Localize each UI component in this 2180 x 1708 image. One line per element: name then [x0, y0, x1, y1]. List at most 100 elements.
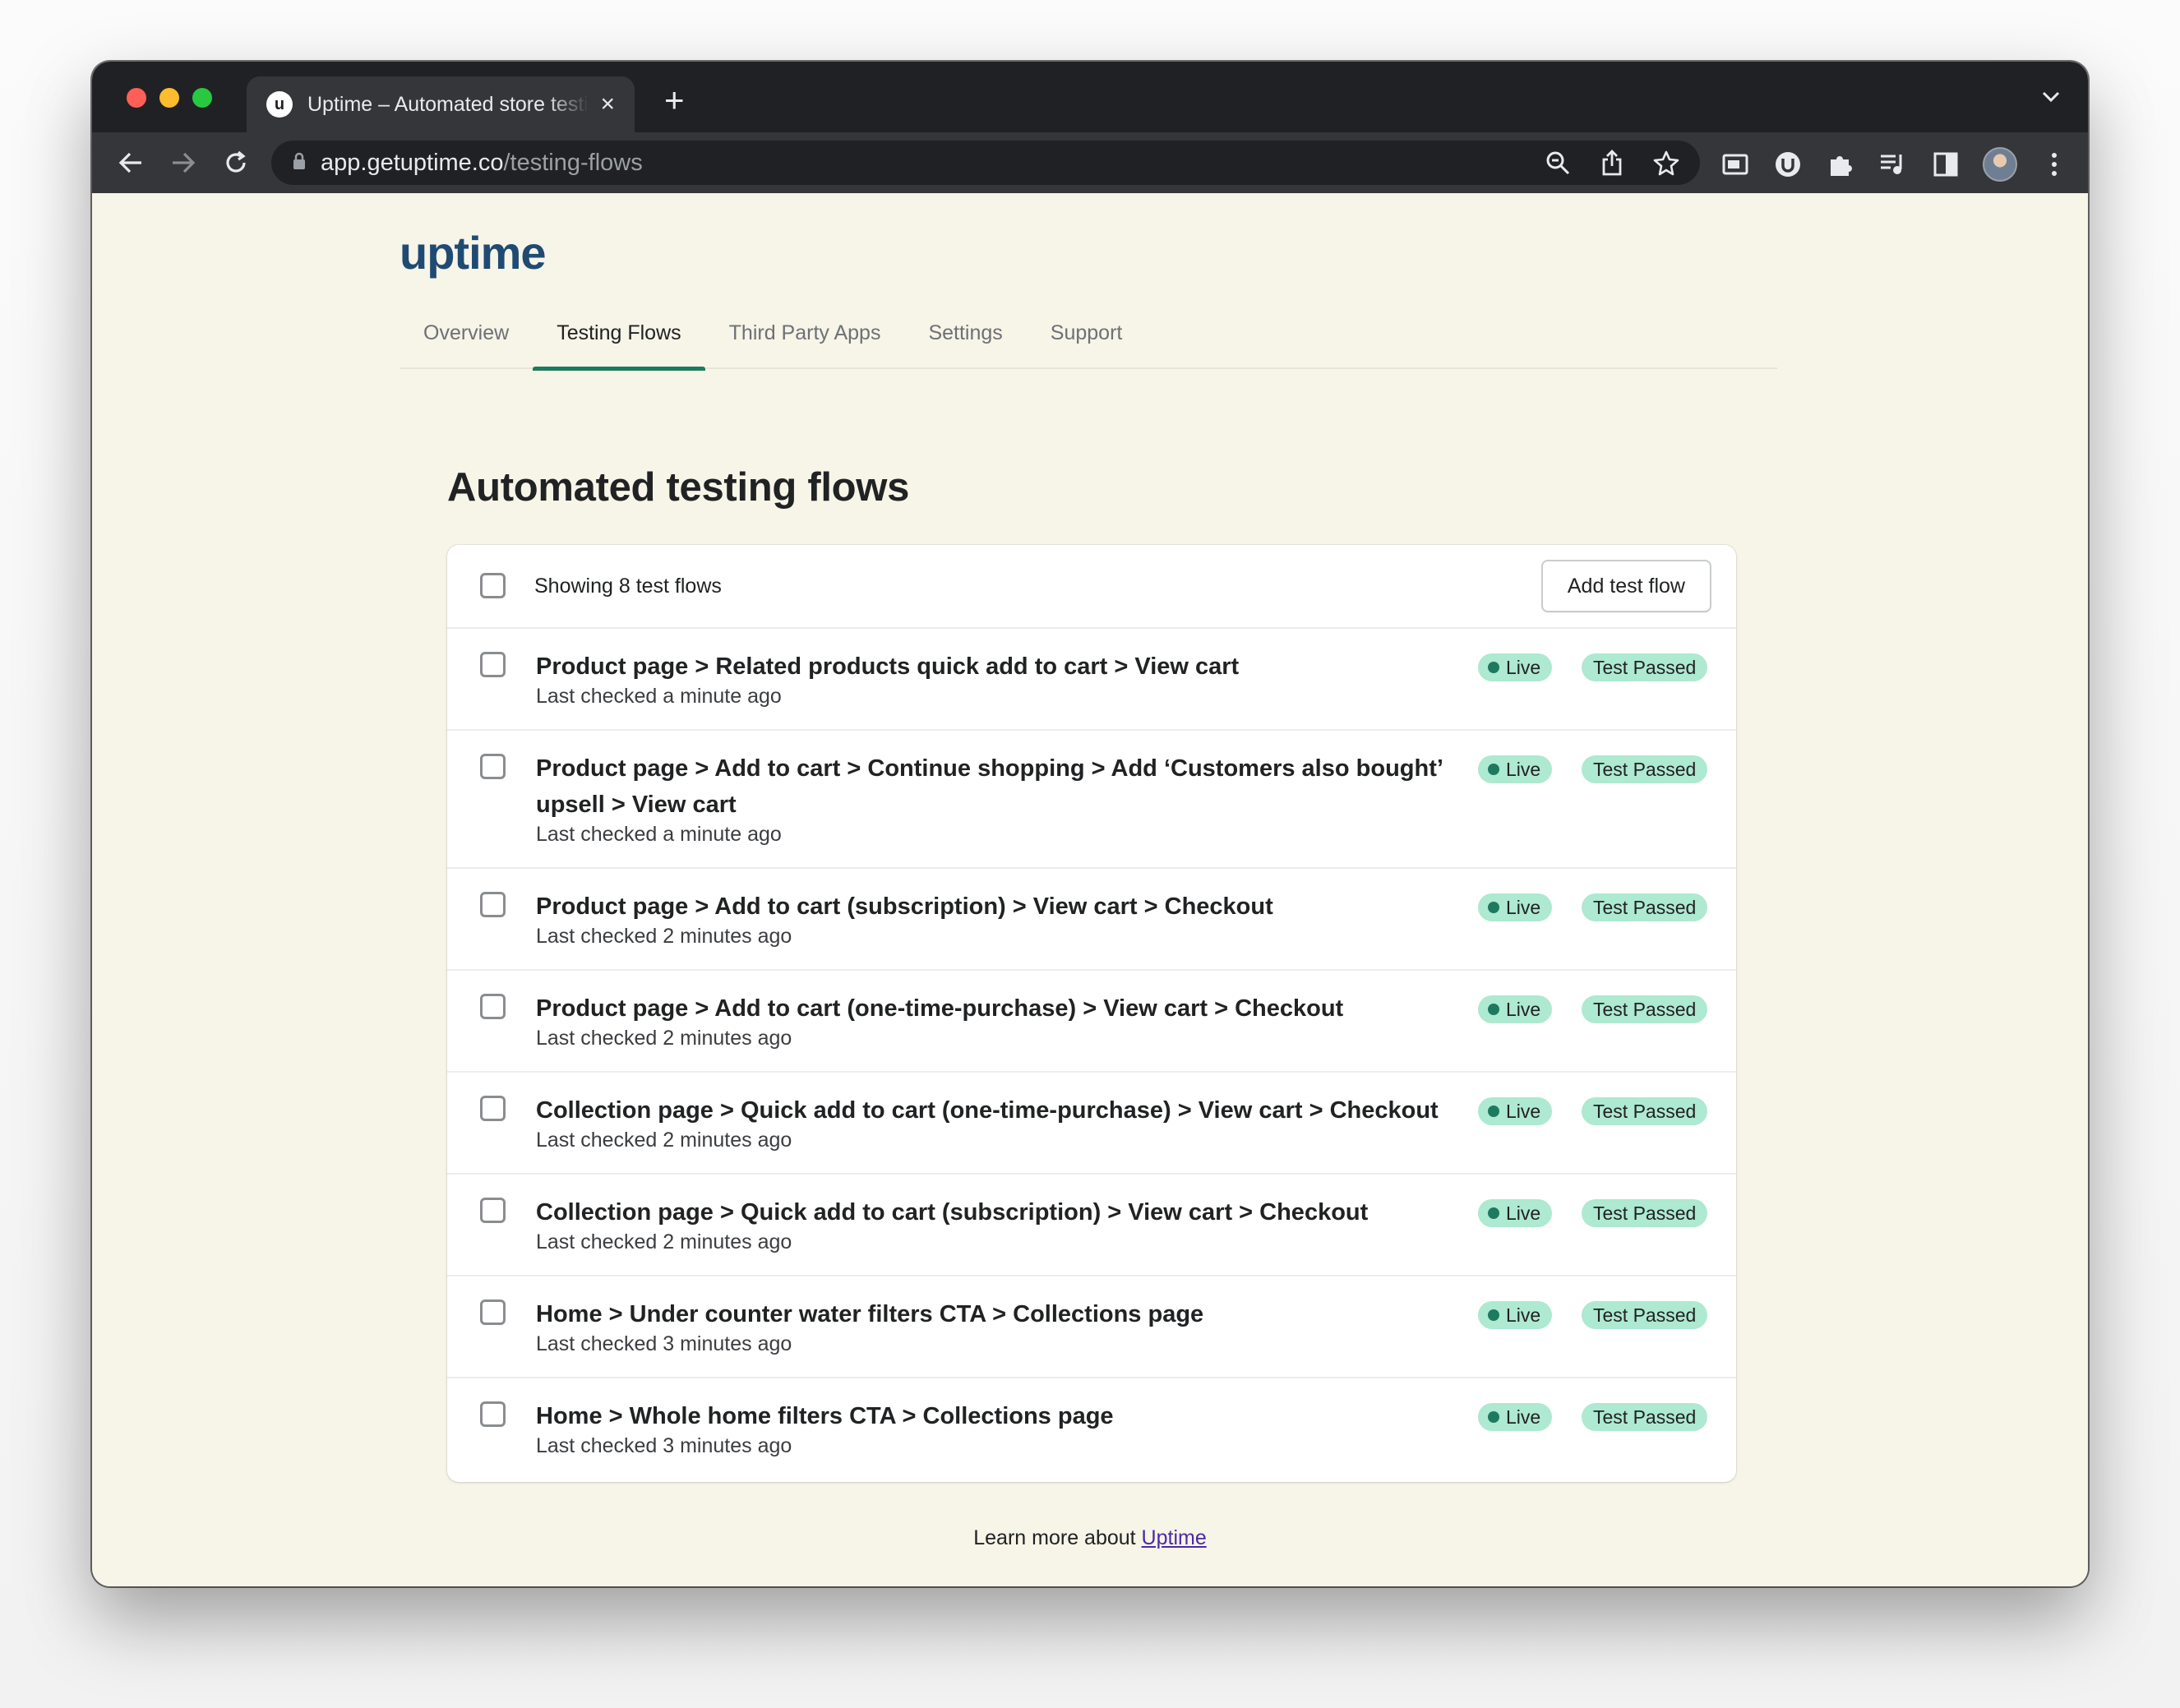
- row-checkbox[interactable]: [480, 994, 506, 1019]
- tab-third-party-apps[interactable]: Third Party Apps: [705, 318, 905, 369]
- status-badge: Test Passed: [1582, 1301, 1708, 1329]
- row-checkbox[interactable]: [480, 1401, 506, 1427]
- address-bar[interactable]: app.getuptime.co/testing-flows: [271, 141, 1700, 185]
- live-badge: Live: [1478, 893, 1553, 921]
- live-badge: Live: [1478, 1199, 1553, 1227]
- live-badge: Live: [1478, 653, 1553, 681]
- last-checked: Last checked 2 minutes ago: [536, 1129, 792, 1152]
- row-checkbox[interactable]: [480, 1299, 506, 1325]
- flows-list: Product page > Related products quick ad…: [447, 629, 1736, 1480]
- live-dot-icon: [1488, 902, 1499, 913]
- table-row[interactable]: Product page > Add to cart > Continue sh…: [447, 731, 1736, 869]
- row-checkbox[interactable]: [480, 892, 506, 917]
- live-label: Live: [1506, 1202, 1541, 1224]
- last-checked: Last checked 2 minutes ago: [536, 925, 792, 948]
- bookmark-star-icon[interactable]: [1651, 147, 1682, 178]
- uptime-logo[interactable]: uptime: [400, 226, 547, 279]
- tab-strip: u Uptime – Automated store testing × +: [92, 62, 2088, 132]
- lock-icon: [293, 152, 306, 174]
- live-label: Live: [1506, 896, 1541, 918]
- live-badge: Live: [1478, 1403, 1553, 1431]
- live-badge: Live: [1478, 1301, 1553, 1329]
- minimize-window-button[interactable]: [159, 88, 179, 108]
- showing-count: Showing 8 test flows: [534, 574, 722, 598]
- desktop-background: u Uptime – Automated store testing × + a…: [0, 0, 2180, 1708]
- browser-menu-icon[interactable]: [2039, 149, 2070, 180]
- tab-support[interactable]: Support: [1027, 318, 1147, 369]
- status-badge: Test Passed: [1582, 653, 1708, 681]
- share-icon[interactable]: [1596, 147, 1628, 178]
- flow-title[interactable]: Home > Whole home filters CTA > Collecti…: [536, 1398, 1448, 1434]
- status-badge: Test Passed: [1582, 1199, 1708, 1227]
- page-title: Automated testing flows: [447, 465, 910, 510]
- last-checked: Last checked 3 minutes ago: [536, 1332, 792, 1355]
- flow-title[interactable]: Product page > Related products quick ad…: [536, 649, 1448, 685]
- add-test-flow-button[interactable]: Add test flow: [1540, 560, 1711, 612]
- status-badge: Test Passed: [1582, 1403, 1708, 1431]
- close-window-button[interactable]: [127, 88, 146, 108]
- table-row[interactable]: Product page > Related products quick ad…: [447, 629, 1736, 731]
- live-dot-icon: [1488, 1207, 1499, 1219]
- new-tab-icon[interactable]: +: [664, 83, 685, 118]
- zoom-icon[interactable]: [1542, 147, 1573, 178]
- picture-in-picture-icon[interactable]: [1720, 149, 1751, 180]
- row-checkbox[interactable]: [480, 652, 506, 677]
- maximize-window-button[interactable]: [192, 88, 212, 108]
- last-checked: Last checked a minute ago: [536, 685, 782, 708]
- row-checkbox[interactable]: [480, 1198, 506, 1223]
- uptime-extension-icon[interactable]: [1772, 149, 1804, 180]
- media-queue-icon[interactable]: [1877, 149, 1909, 180]
- last-checked: Last checked 2 minutes ago: [536, 1230, 792, 1253]
- flow-title[interactable]: Product page > Add to cart > Continue sh…: [536, 750, 1448, 823]
- last-checked: Last checked a minute ago: [536, 823, 782, 846]
- live-dot-icon: [1488, 1309, 1499, 1321]
- tab-overview[interactable]: Overview: [400, 318, 533, 369]
- row-checkbox[interactable]: [480, 1096, 506, 1121]
- uptime-link[interactable]: Uptime: [1142, 1526, 1207, 1549]
- last-checked: Last checked 2 minutes ago: [536, 1027, 792, 1050]
- reload-icon[interactable]: [220, 147, 252, 178]
- logo-text: uptime: [400, 227, 547, 279]
- live-dot-icon: [1488, 1106, 1499, 1117]
- flow-title[interactable]: Collection page > Quick add to cart (one…: [536, 1092, 1448, 1129]
- flow-title[interactable]: Product page > Add to cart (one-time-pur…: [536, 990, 1448, 1027]
- table-row[interactable]: Collection page > Quick add to cart (one…: [447, 1073, 1736, 1175]
- live-label: Live: [1506, 758, 1541, 780]
- url-host: app.getuptime.co: [321, 149, 504, 176]
- browser-window: u Uptime – Automated store testing × + a…: [92, 62, 2088, 1586]
- page-content: uptime Overview Testing Flows Third Part…: [92, 193, 2088, 1586]
- row-checkbox[interactable]: [480, 754, 506, 779]
- table-row[interactable]: Home > Whole home filters CTA > Collecti…: [447, 1378, 1736, 1480]
- main-nav: Overview Testing Flows Third Party Apps …: [400, 318, 1777, 371]
- url-text[interactable]: app.getuptime.co/testing-flows: [321, 150, 643, 177]
- browser-toolbar: app.getuptime.co/testing-flows: [92, 132, 2088, 193]
- flow-title[interactable]: Home > Under counter water filters CTA >…: [536, 1296, 1448, 1332]
- tab-settings[interactable]: Settings: [904, 318, 1026, 369]
- forward-arrow-icon[interactable]: [168, 147, 199, 178]
- table-row[interactable]: Product page > Add to cart (subscription…: [447, 869, 1736, 971]
- status-badge: Test Passed: [1582, 1097, 1708, 1125]
- tab-testing-flows[interactable]: Testing Flows: [533, 318, 706, 371]
- table-row[interactable]: Home > Under counter water filters CTA >…: [447, 1276, 1736, 1378]
- close-tab-icon[interactable]: ×: [600, 92, 615, 117]
- flow-title[interactable]: Product page > Add to cart (subscription…: [536, 889, 1448, 925]
- status-badge: Test Passed: [1582, 995, 1708, 1023]
- browser-tab[interactable]: u Uptime – Automated store testing ×: [247, 76, 635, 132]
- status-badge: Test Passed: [1582, 755, 1708, 783]
- side-panel-icon[interactable]: [1930, 149, 1961, 180]
- back-arrow-icon[interactable]: [115, 147, 146, 178]
- live-badge: Live: [1478, 1097, 1553, 1125]
- select-all-checkbox[interactable]: [480, 573, 506, 598]
- table-row[interactable]: Product page > Add to cart (one-time-pur…: [447, 971, 1736, 1073]
- flow-title[interactable]: Collection page > Quick add to cart (sub…: [536, 1194, 1448, 1230]
- extensions-puzzle-icon[interactable]: [1825, 149, 1856, 180]
- live-label: Live: [1506, 1100, 1541, 1122]
- tab-search-chevron-icon[interactable]: [2042, 91, 2060, 107]
- live-dot-icon: [1488, 1004, 1499, 1015]
- table-row[interactable]: Collection page > Quick add to cart (sub…: [447, 1175, 1736, 1276]
- footer-text: Learn more about: [973, 1526, 1142, 1549]
- live-label: Live: [1506, 998, 1541, 1020]
- live-label: Live: [1506, 1304, 1541, 1326]
- profile-avatar[interactable]: [1983, 147, 2017, 182]
- live-badge: Live: [1478, 995, 1553, 1023]
